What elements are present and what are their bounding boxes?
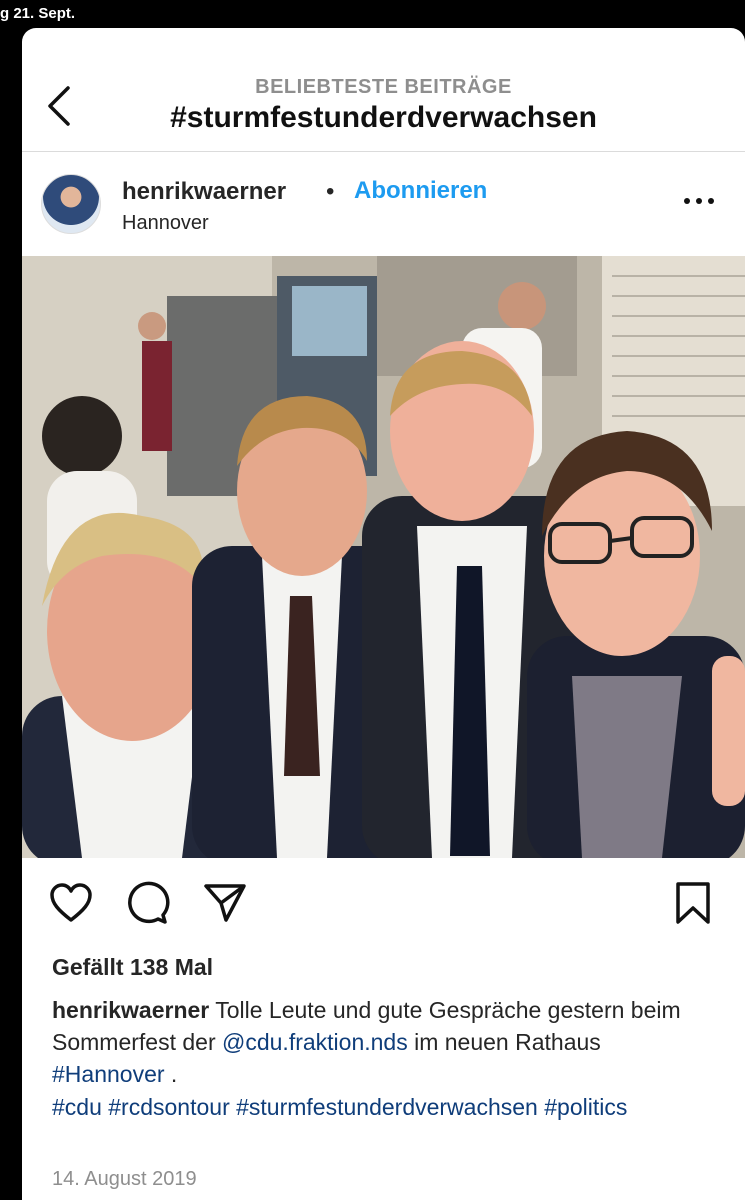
caption-username[interactable]: henrikwaerner [52, 997, 209, 1023]
post-caption: henrikwaerner Tolle Leute und gute Gespr… [52, 994, 712, 1090]
hashtag-link[interactable]: #Hannover [52, 1061, 165, 1087]
post-header: henrikwaerner • Abonnieren Hannover [22, 152, 745, 256]
share-icon [204, 884, 246, 922]
post-card: BELIEBTESTE BEITRÄGE #sturmfestunderdver… [22, 28, 745, 1200]
status-bar-date: g 21. Sept. [0, 5, 76, 22]
more-dot [708, 198, 714, 204]
hashtag-link[interactable]: #rcdsontour [108, 1094, 229, 1120]
follow-button[interactable]: Abonnieren [354, 177, 487, 205]
header-subtitle: BELIEBTESTE BEITRÄGE [255, 76, 512, 98]
avatar[interactable] [41, 174, 101, 234]
hashtag-link[interactable]: #cdu [52, 1094, 102, 1120]
separator-dot: • [326, 178, 335, 205]
post-date: 14. August 2019 [52, 1168, 197, 1190]
post-actions [22, 880, 745, 936]
save-button[interactable] [670, 880, 716, 926]
hashtag-link[interactable]: #politics [544, 1094, 627, 1120]
comment-icon [128, 881, 170, 924]
group-selfie-photo [22, 256, 745, 858]
like-button[interactable] [48, 880, 94, 926]
page-header: BELIEBTESTE BEITRÄGE #sturmfestunderdver… [22, 28, 745, 152]
more-options-button[interactable] [682, 190, 716, 214]
mention-link[interactable]: @cdu.fraktion.nds [222, 1029, 408, 1055]
post-location[interactable]: Hannover [122, 212, 209, 235]
caption-text: im neuen Rathaus [407, 1029, 601, 1055]
likes-count[interactable]: Gefällt 138 Mal [52, 954, 213, 981]
page-title: #sturmfestunderdverwachsen [170, 101, 597, 134]
hashtag-list: #cdu #rcdsontour #sturmfestunderdverwach… [52, 1091, 712, 1123]
more-horizontal-icon [684, 198, 690, 204]
more-dot [696, 198, 702, 204]
heart-icon [50, 883, 92, 922]
caption-text: . [164, 1061, 178, 1087]
post-username[interactable]: henrikwaerner [122, 178, 286, 206]
share-button[interactable] [202, 880, 248, 926]
hashtag-link[interactable]: #sturmfestunderdverwachsen [236, 1094, 538, 1120]
post-image[interactable] [22, 256, 745, 858]
bookmark-icon [676, 882, 710, 924]
comment-button[interactable] [124, 880, 170, 926]
